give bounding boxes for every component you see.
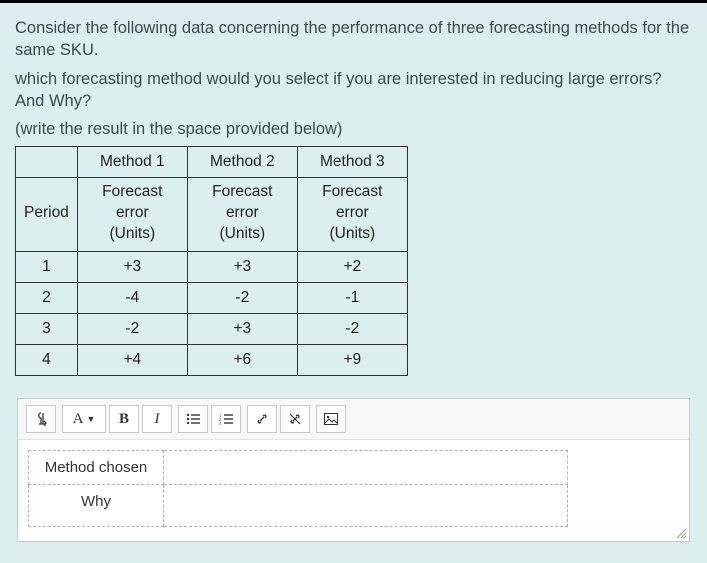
- subheader-m1: Forecast error(Units): [77, 178, 187, 252]
- subheader-m2: Forecast error(Units): [187, 178, 297, 252]
- header-method-1: Method 1: [77, 147, 187, 178]
- answer-table: Method chosen Why: [28, 450, 568, 527]
- unlink-button[interactable]: [280, 405, 310, 433]
- method-chosen-input[interactable]: [164, 451, 568, 485]
- italic-button[interactable]: I: [142, 405, 172, 433]
- font-style-dropdown[interactable]: A ▼: [62, 405, 106, 433]
- question-paragraph-2: which forecasting method would you selec…: [15, 68, 692, 113]
- rich-text-editor: A ▼ B I 1 2 3: [17, 398, 690, 542]
- header-method-3: Method 3: [297, 147, 407, 178]
- table-row: 1 +3 +3 +2: [16, 252, 408, 283]
- question-content: Consider the following data concerning t…: [0, 3, 707, 552]
- resize-handle-icon[interactable]: [675, 527, 687, 539]
- table-row: 4 +4 +6 +9: [16, 345, 408, 376]
- unordered-list-button[interactable]: [178, 405, 208, 433]
- chevron-down-icon: ▼: [86, 414, 95, 424]
- table-subheader-row: Period Forecast error(Units) Forecast er…: [16, 178, 408, 252]
- ordered-list-icon: 1 2 3: [219, 413, 233, 425]
- paragraph-direction-icon: [35, 412, 47, 426]
- svg-text:3: 3: [219, 421, 222, 425]
- ordered-list-button[interactable]: 1 2 3: [211, 405, 241, 433]
- table-header-row: Method 1 Method 2 Method 3: [16, 147, 408, 178]
- method-chosen-label: Method chosen: [29, 451, 164, 485]
- why-input[interactable]: [164, 485, 568, 527]
- paragraph-direction-button[interactable]: [26, 405, 56, 433]
- why-label: Why: [29, 485, 164, 527]
- subheader-period: Period: [16, 178, 78, 252]
- editor-toolbar: A ▼ B I 1 2 3: [18, 399, 689, 440]
- table-row: 2 -4 -2 -1: [16, 283, 408, 314]
- link-icon: [255, 412, 269, 426]
- insert-image-button[interactable]: [316, 405, 346, 433]
- image-icon: [324, 413, 338, 425]
- answer-method-row: Method chosen: [29, 451, 568, 485]
- header-blank: [16, 147, 78, 178]
- forecast-error-table: Method 1 Method 2 Method 3 Period Foreca…: [15, 146, 408, 376]
- unordered-list-icon: [186, 413, 200, 425]
- font-style-label: A: [73, 411, 84, 428]
- header-method-2: Method 2: [187, 147, 297, 178]
- question-paragraph-1: Consider the following data concerning t…: [15, 17, 692, 62]
- question-paragraph-3: (write the result in the space provided …: [15, 118, 692, 140]
- bold-button[interactable]: B: [109, 405, 139, 433]
- link-button[interactable]: [247, 405, 277, 433]
- table-row: 3 -2 +3 -2: [16, 314, 408, 345]
- unlink-icon: [288, 412, 302, 426]
- subheader-m3: Forecast error(Units): [297, 178, 407, 252]
- answer-why-row: Why: [29, 485, 568, 527]
